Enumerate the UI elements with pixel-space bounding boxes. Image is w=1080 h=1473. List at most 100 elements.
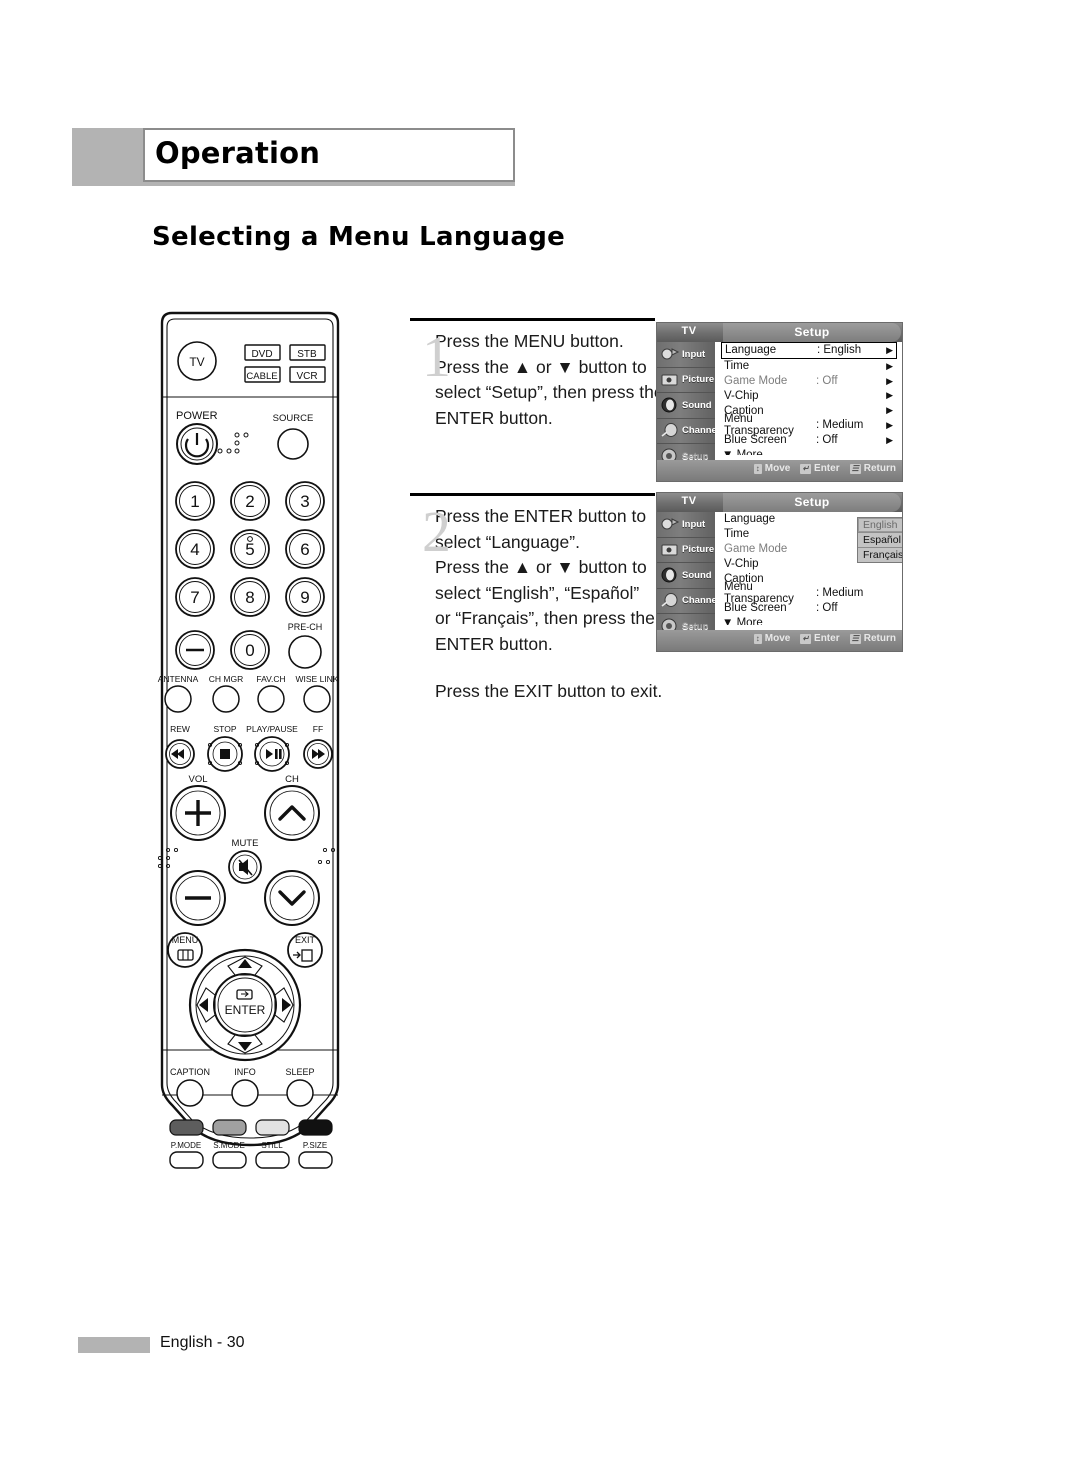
step-line: Press the ▲ or ▼ button to — [435, 557, 647, 577]
menu-row-menu-transparency[interactable]: Menu Transparency : Medium ▶ — [715, 413, 902, 437]
enter-key-icon: ↵ — [800, 463, 812, 474]
svg-text:REW: REW — [170, 724, 190, 734]
channel-icon — [660, 592, 680, 610]
svg-text:P.MODE: P.MODE — [171, 1141, 202, 1150]
svg-text:8: 8 — [245, 588, 254, 607]
svg-text:S.MODE: S.MODE — [213, 1141, 245, 1150]
remote-caption-row: CAPTION INFO SLEEP — [170, 1067, 315, 1107]
sidebar-item-input[interactable]: Input — [657, 512, 715, 538]
chevron-right-icon: ▶ — [886, 375, 893, 386]
sidebar-item-input[interactable]: Input — [657, 342, 715, 368]
footer-band — [78, 1337, 150, 1353]
osd-source-label: TV — [681, 495, 697, 507]
sidebar-item-label: Sound — [682, 569, 712, 581]
instruction-steps: 1 Press the MENU button. Press the ▲ or … — [410, 318, 664, 705]
updown-arrow-icon: ↕ — [753, 463, 762, 474]
language-option-espanol[interactable]: Español — [858, 533, 902, 548]
sidebar-item-sound[interactable]: Sound — [657, 563, 715, 589]
sound-icon — [660, 396, 680, 414]
footer-enter: ↵ Enter — [800, 633, 840, 644]
step-1: 1 Press the MENU button. Press the ▲ or … — [410, 318, 664, 431]
remote-number-pad: 1 2 3 4 5 6 7 8 9 0 PRE-CH — [175, 481, 325, 670]
menu-row-v-chip[interactable]: V-Chip ▶ — [715, 388, 902, 403]
svg-text:3: 3 — [300, 492, 309, 511]
svg-text:CH: CH — [285, 774, 299, 785]
language-option-list[interactable]: English Español Français — [857, 517, 902, 563]
footer-return: ☰ Return — [849, 633, 896, 644]
sidebar-item-label: Picture — [682, 374, 715, 386]
svg-text:TV: TV — [189, 355, 204, 369]
step-line: ENTER button. — [435, 633, 553, 654]
step-gap — [410, 431, 655, 493]
svg-text:5: 5 — [245, 540, 254, 559]
svg-text:CH MGR: CH MGR — [209, 674, 243, 684]
svg-text:7: 7 — [190, 588, 199, 607]
menu-row-value: : Medium — [816, 419, 864, 432]
osd-tab-label: Setup — [794, 325, 830, 339]
language-option-english[interactable]: English — [858, 518, 902, 533]
svg-text:STB: STB — [297, 349, 317, 360]
menu-row-name: Game Mode — [724, 542, 788, 555]
menu-row-blue-screen[interactable]: Blue Screen : Off — [715, 601, 902, 616]
svg-text:CAPTION: CAPTION — [170, 1067, 210, 1077]
menu-row-value: : English — [817, 344, 862, 357]
footer-return: ☰ Return — [849, 463, 896, 474]
menu-row-game-mode[interactable]: Game Mode : Off ▶ — [715, 374, 902, 389]
svg-text:SOURCE: SOURCE — [273, 413, 314, 424]
sidebar-item-picture[interactable]: Picture — [657, 368, 715, 393]
svg-text:DVD: DVD — [251, 349, 272, 360]
menu-row-name: V-Chip — [724, 557, 759, 570]
chevron-right-icon: ▶ — [886, 360, 893, 371]
tv-osd-language-options: TV Setup Input Picture Sound Channel Set… — [656, 492, 903, 652]
remote-device-buttons: TV DVD STB CABLE VCR — [177, 341, 326, 383]
step-2: 2 Press the ENTER button to select “Lang… — [410, 493, 663, 705]
svg-text:PRE-CH: PRE-CH — [288, 622, 323, 632]
input-icon — [660, 515, 680, 533]
sidebar-item-picture[interactable]: Picture — [657, 538, 715, 563]
menu-key-icon: ☰ — [849, 633, 861, 644]
menu-row-blue-screen[interactable]: Blue Screen : Off ▶ — [715, 433, 902, 448]
chevron-right-icon: ▶ — [886, 419, 893, 430]
svg-text:1: 1 — [190, 492, 199, 511]
footer-label: Return — [863, 463, 896, 474]
menu-row-language[interactable]: Language : English ▶ — [721, 342, 897, 359]
svg-text:STOP: STOP — [214, 724, 237, 734]
step-line: Press the ▲ or ▼ button to — [435, 356, 647, 377]
menu-row-name: Time — [724, 360, 750, 373]
svg-text:VCR: VCR — [296, 371, 317, 382]
chevron-right-icon: ▶ — [886, 434, 893, 445]
footer-move: ↕ Move — [753, 463, 790, 474]
channel-icon — [660, 422, 680, 440]
menu-row-time[interactable]: Time ▶ — [715, 359, 902, 374]
exit-note: Press the EXIT button to exit. — [435, 681, 663, 701]
svg-text:9: 9 — [300, 588, 309, 607]
chevron-right-icon: ▶ — [886, 390, 893, 401]
osd-menu-list: Language : English ▶ Time ▶ Game Mode : … — [715, 342, 902, 461]
osd-tab-label: Setup — [794, 495, 830, 509]
svg-text:VOL: VOL — [188, 774, 207, 785]
footer-enter: ↵ Enter — [800, 463, 840, 474]
sidebar-item-channel[interactable]: Channel — [657, 589, 719, 614]
sidebar-item-sound[interactable]: Sound — [657, 393, 715, 419]
step-number: 1 — [422, 324, 451, 389]
svg-text:P.SIZE: P.SIZE — [303, 1141, 327, 1150]
step-body: Press the ENTER button to select “Langua… — [435, 496, 655, 657]
menu-row-name: V-Chip — [724, 389, 759, 402]
sidebar-item-channel[interactable]: Channel — [657, 419, 719, 444]
menu-row-value: : Off — [816, 434, 838, 447]
svg-text:ENTER: ENTER — [225, 1003, 266, 1017]
step-line: Press the MENU button. — [435, 331, 624, 351]
menu-row-menu-transparency[interactable]: Menu Transparency : Medium — [715, 581, 902, 605]
menu-row-name: Language — [725, 344, 777, 357]
page-number: English - 30 — [160, 1334, 245, 1351]
updown-arrow-icon: ↕ — [753, 633, 762, 644]
osd-source-label: TV — [681, 325, 697, 337]
remote-control-illustration: TV DVD STB CABLE VCR POWER SOURCE 1 2 3 … — [140, 305, 360, 1170]
page-title: Selecting a Menu Language — [152, 222, 566, 252]
sound-icon — [660, 566, 680, 584]
step-line: select “Setup”, then press the — [435, 382, 664, 402]
language-option-francais[interactable]: Français — [858, 548, 902, 562]
step-line: ENTER button. — [435, 407, 553, 428]
sidebar-item-label: Sound — [682, 399, 712, 411]
osd-footer-bar: ↕ Move ↵ Enter ☰ Return — [657, 460, 902, 481]
